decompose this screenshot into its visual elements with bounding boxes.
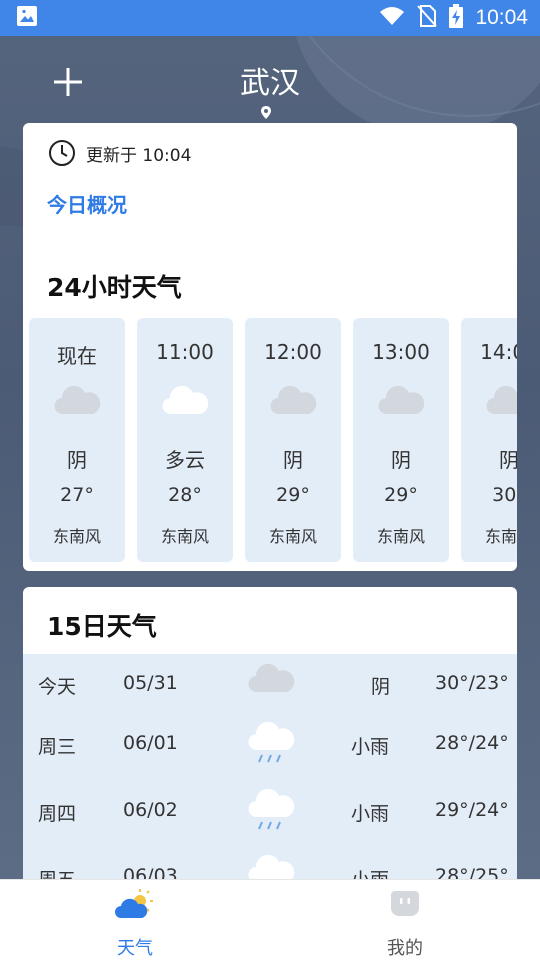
location-pin-icon bbox=[261, 106, 271, 119]
light-rain-icon bbox=[248, 722, 295, 763]
tab-mine[interactable]: 我的 bbox=[270, 880, 540, 960]
today-overview-link[interactable]: 今日概况 bbox=[47, 189, 127, 218]
partly-cloudy-icon bbox=[162, 385, 209, 415]
status-bar: 10:04 bbox=[0, 0, 540, 36]
header: 武汉 bbox=[0, 36, 540, 122]
hourly-card: 更新于 10:04 今日概况 24小时天气 现在 阴 27° 东南风 11:00… bbox=[23, 123, 517, 571]
city-title[interactable]: 武汉 bbox=[0, 58, 540, 102]
cloud-icon bbox=[54, 385, 101, 415]
no-sim-icon bbox=[417, 5, 438, 31]
hourly-title: 24小时天气 bbox=[47, 273, 182, 302]
hour-item[interactable]: 12:00 阴 29° 东南风 bbox=[245, 318, 341, 562]
tab-weather[interactable]: 天气 bbox=[0, 880, 270, 960]
light-rain-icon bbox=[248, 789, 295, 830]
weather-tab-icon bbox=[115, 889, 153, 918]
clock-icon bbox=[49, 140, 75, 166]
hour-item[interactable]: 现在 阴 27° 东南风 bbox=[29, 318, 125, 562]
wifi-icon bbox=[379, 6, 405, 30]
bottom-navigation: 天气 我的 bbox=[0, 879, 540, 960]
daily-card: 15日天气 今天 05/31 阴 30°/23° 周三 06/01 小雨 28°… bbox=[23, 587, 517, 907]
day-row[interactable]: 今天 05/31 阴 30°/23° bbox=[23, 654, 517, 714]
hourly-list[interactable]: 现在 阴 27° 东南风 11:00 多云 28° 东南风 12:00 阴 29… bbox=[29, 318, 517, 562]
tab-mine-label: 我的 bbox=[387, 938, 423, 959]
cloud-icon bbox=[270, 385, 317, 415]
hour-item[interactable]: 11:00 多云 28° 东南风 bbox=[137, 318, 233, 562]
day-row[interactable]: 周三 06/01 小雨 28°/24° bbox=[23, 714, 517, 774]
update-time: 更新于 10:04 bbox=[86, 145, 192, 166]
battery-charging-icon bbox=[449, 4, 464, 32]
cloud-icon bbox=[378, 385, 425, 415]
profile-face-icon bbox=[391, 891, 419, 916]
tab-weather-label: 天气 bbox=[117, 938, 153, 959]
daily-list[interactable]: 今天 05/31 阴 30°/23° 周三 06/01 小雨 28°/24° 周… bbox=[23, 654, 517, 907]
hour-item[interactable]: 13:00 阴 29° 东南风 bbox=[353, 318, 449, 562]
cloud-icon bbox=[486, 385, 517, 415]
update-row: 更新于 10:04 bbox=[48, 139, 191, 167]
day-row[interactable]: 周四 06/02 小雨 29°/24° bbox=[23, 781, 517, 841]
cloud-icon bbox=[248, 663, 295, 693]
status-time: 10:04 bbox=[475, 6, 528, 29]
hour-item[interactable]: 14:00 阴 30° 东南风 bbox=[461, 318, 517, 562]
daily-title: 15日天气 bbox=[47, 612, 157, 641]
image-notification-icon bbox=[16, 5, 38, 31]
